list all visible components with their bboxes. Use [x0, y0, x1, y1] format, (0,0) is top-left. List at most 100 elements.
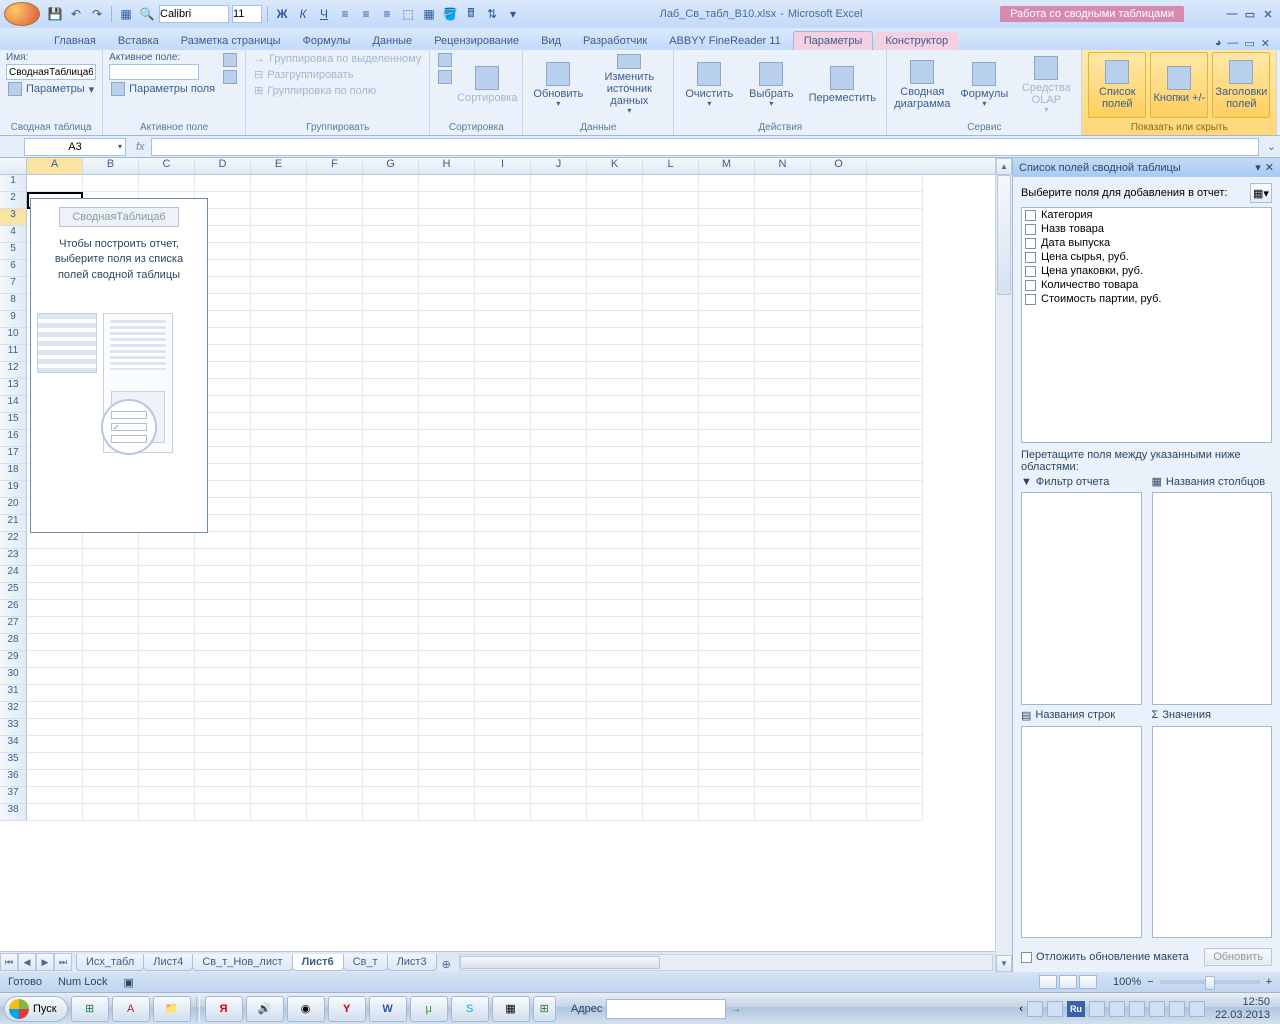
cell[interactable] [363, 787, 419, 804]
cell[interactable] [531, 226, 587, 243]
tab-formulas[interactable]: Формулы [293, 32, 361, 50]
cell[interactable] [475, 481, 531, 498]
cell[interactable] [83, 175, 139, 192]
field-list-item[interactable]: Дата выпуска [1022, 236, 1271, 250]
cell[interactable] [251, 345, 307, 362]
cell[interactable] [699, 447, 755, 464]
bold-icon[interactable]: Ж [273, 5, 291, 23]
new-sheet-icon[interactable]: ⊕ [436, 958, 457, 971]
cell[interactable] [419, 583, 475, 600]
taskbar-app-icon[interactable]: ▦ [492, 996, 530, 1022]
col-header[interactable]: H [419, 158, 475, 174]
cell[interactable] [363, 702, 419, 719]
cell[interactable] [699, 464, 755, 481]
cell[interactable] [643, 702, 699, 719]
cell[interactable] [363, 634, 419, 651]
row-header[interactable]: 5 [0, 243, 27, 260]
cell[interactable] [83, 583, 139, 600]
cell[interactable] [699, 260, 755, 277]
zoom-in-icon[interactable]: + [1266, 976, 1272, 988]
go-icon[interactable]: → [730, 1003, 741, 1015]
cell[interactable] [27, 651, 83, 668]
zoom-out-icon[interactable]: − [1147, 976, 1153, 988]
zoom-value[interactable]: 100% [1113, 976, 1141, 988]
cell[interactable] [755, 328, 811, 345]
col-header[interactable]: O [811, 158, 867, 174]
sheet-tab[interactable]: Св_т_Нов_лист [192, 954, 292, 971]
cell[interactable] [699, 362, 755, 379]
col-header[interactable]: I [475, 158, 531, 174]
cell[interactable] [531, 668, 587, 685]
cell[interactable] [419, 532, 475, 549]
cell[interactable] [699, 209, 755, 226]
cell[interactable] [699, 566, 755, 583]
fieldpane-menu-icon[interactable]: ▾ [1255, 161, 1261, 174]
cell[interactable] [587, 634, 643, 651]
cell[interactable] [27, 804, 83, 821]
cell[interactable] [531, 566, 587, 583]
cell[interactable] [139, 600, 195, 617]
cell[interactable] [587, 702, 643, 719]
cell[interactable] [811, 175, 867, 192]
tab-next-icon[interactable]: ▶ [36, 953, 54, 971]
row-header[interactable]: 25 [0, 583, 27, 600]
cell[interactable] [139, 617, 195, 634]
cell[interactable] [363, 668, 419, 685]
cell[interactable] [139, 532, 195, 549]
cell[interactable] [755, 702, 811, 719]
cell[interactable] [419, 617, 475, 634]
horizontal-scrollbar[interactable] [459, 954, 993, 971]
cell[interactable] [83, 651, 139, 668]
cell[interactable] [587, 549, 643, 566]
taskbar-access-icon[interactable]: A [112, 996, 150, 1022]
cell[interactable] [811, 753, 867, 770]
cell[interactable] [643, 515, 699, 532]
cell[interactable] [811, 277, 867, 294]
group-field-button[interactable]: ⊞Группировка по полю [252, 83, 423, 98]
cell[interactable] [755, 175, 811, 192]
cell[interactable] [195, 736, 251, 753]
select-button[interactable]: Выбрать▾ [742, 52, 800, 118]
cell[interactable] [699, 549, 755, 566]
tray-icon[interactable] [1109, 1001, 1125, 1017]
sheet-tab[interactable]: Лист3 [387, 954, 437, 971]
tab-developer[interactable]: Разработчик [573, 32, 657, 50]
cell[interactable] [251, 294, 307, 311]
cell[interactable] [363, 328, 419, 345]
cell[interactable] [587, 192, 643, 209]
cell[interactable] [307, 362, 363, 379]
cell[interactable] [475, 566, 531, 583]
row-header[interactable]: 6 [0, 260, 27, 277]
row-header[interactable]: 12 [0, 362, 27, 379]
cell[interactable] [363, 498, 419, 515]
ungroup-button[interactable]: ⊟Разгруппировать [252, 67, 423, 82]
taskbar-utorrent-icon[interactable]: μ [410, 996, 448, 1022]
cell[interactable] [867, 549, 923, 566]
cell[interactable] [307, 464, 363, 481]
cell[interactable] [811, 787, 867, 804]
cell[interactable] [587, 719, 643, 736]
cell[interactable] [587, 787, 643, 804]
help-icon[interactable]: ◕ [1215, 37, 1222, 50]
cell[interactable] [475, 617, 531, 634]
row-header[interactable]: 15 [0, 413, 27, 430]
cell[interactable] [195, 583, 251, 600]
cell[interactable] [307, 804, 363, 821]
cell[interactable] [307, 481, 363, 498]
cell[interactable] [251, 770, 307, 787]
tab-insert[interactable]: Вставка [108, 32, 169, 50]
cell[interactable] [643, 260, 699, 277]
cell[interactable] [811, 617, 867, 634]
cell[interactable] [643, 770, 699, 787]
taskbar-excel-window[interactable]: ⊞ [533, 996, 556, 1022]
cell[interactable] [755, 379, 811, 396]
cell[interactable] [531, 311, 587, 328]
field-checkbox[interactable] [1025, 210, 1036, 221]
row-header[interactable]: 28 [0, 634, 27, 651]
office-button[interactable] [4, 2, 40, 26]
cell[interactable] [867, 396, 923, 413]
cell[interactable] [27, 736, 83, 753]
cell[interactable] [643, 192, 699, 209]
cell[interactable] [699, 515, 755, 532]
cell[interactable] [811, 260, 867, 277]
